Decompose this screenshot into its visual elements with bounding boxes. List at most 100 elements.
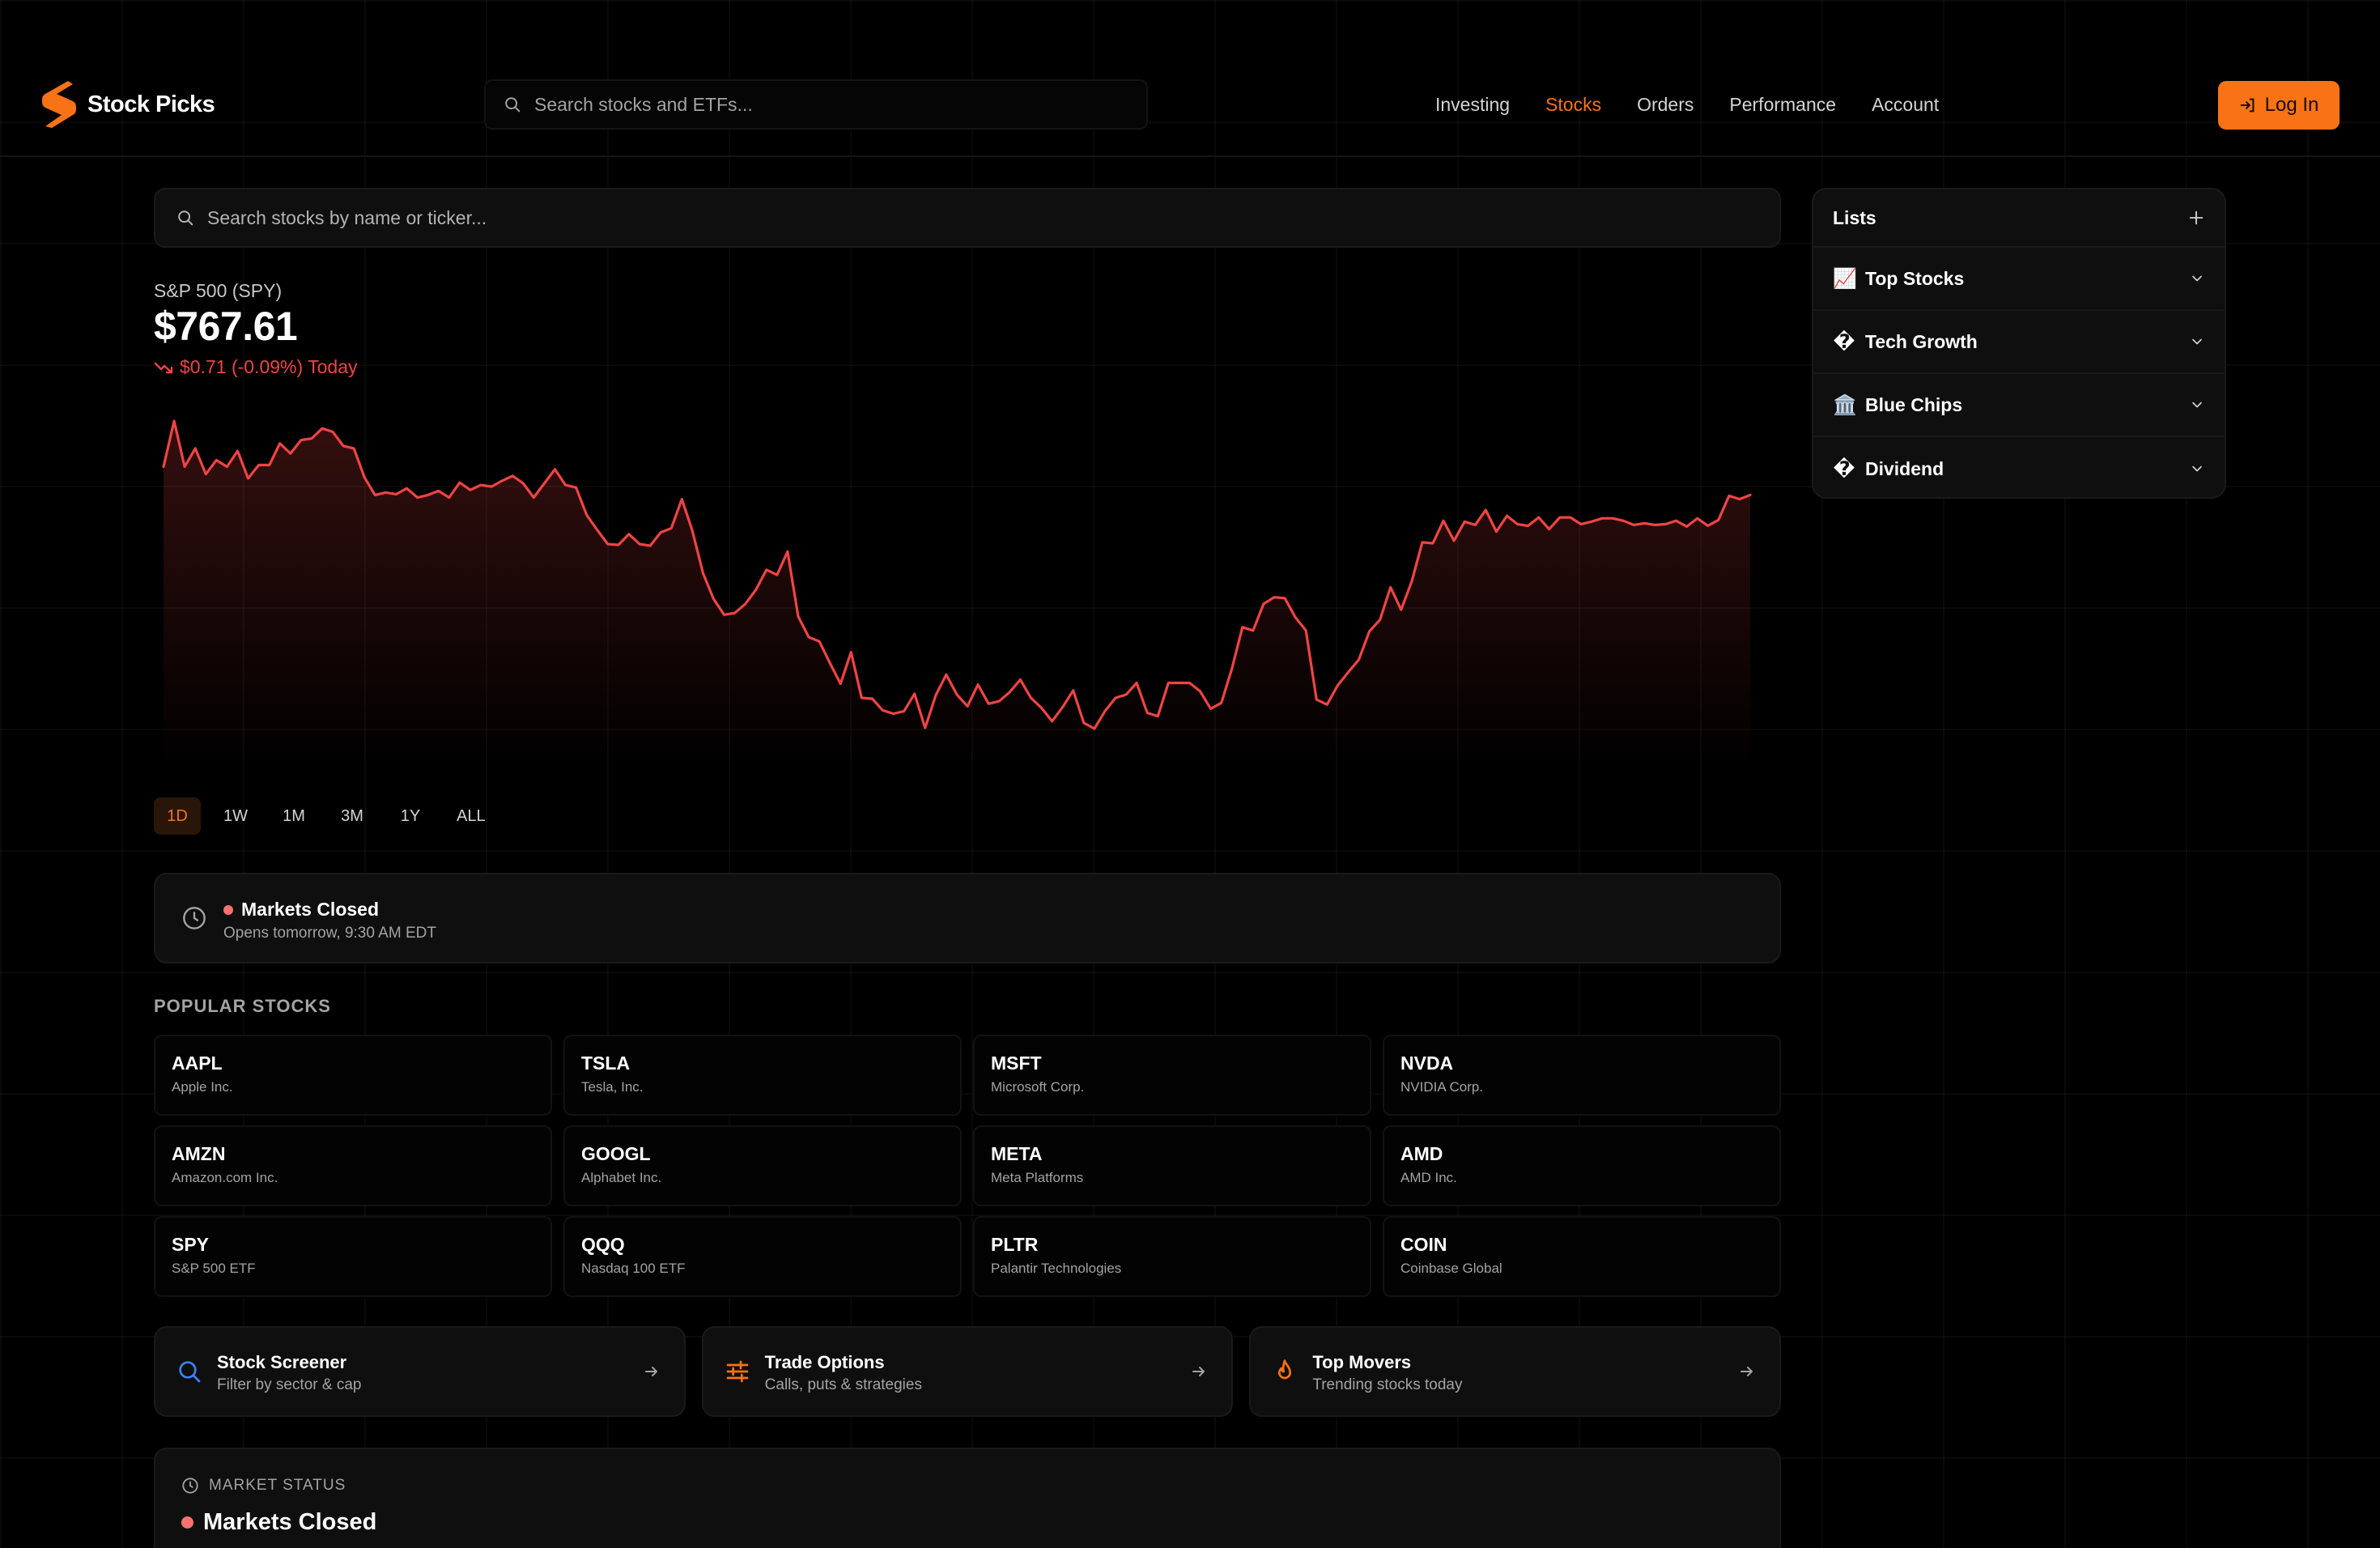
nav-account[interactable]: Account xyxy=(1872,94,1939,116)
stock-ticker: META xyxy=(991,1143,1043,1164)
market-status-value: Markets Closed xyxy=(181,1509,376,1536)
market-status-value-text: Markets Closed xyxy=(203,1509,377,1535)
lists-title: Lists xyxy=(1833,206,1876,228)
chevron-down-icon xyxy=(2192,402,2202,408)
stock-name: Amazon.com Inc. xyxy=(172,1170,278,1185)
trade-options-card[interactable]: Trade Options Calls, puts & strategies xyxy=(701,1326,1234,1417)
action-subtitle: Calls, puts & strategies xyxy=(764,1376,922,1393)
status-dot xyxy=(223,904,233,915)
stock-card-qqq[interactable]: QQQ Nasdaq 100 ETF xyxy=(563,1216,962,1297)
time-range-selector: 1D 1W 1M 3M 1Y ALL xyxy=(154,797,497,835)
login-icon xyxy=(2240,98,2255,113)
stock-card-googl[interactable]: GOOGL Alphabet Inc. xyxy=(563,1125,962,1206)
market-status-title: Markets Closed xyxy=(223,899,379,921)
action-title: Trade Options xyxy=(764,1352,885,1372)
trend-down-icon xyxy=(154,362,173,373)
app-logo[interactable]: Stock Picks xyxy=(40,79,215,130)
clock-icon xyxy=(182,1478,198,1494)
stock-ticker: AAPL xyxy=(172,1053,223,1074)
stock-card-tsla[interactable]: TSLA Tesla, Inc. xyxy=(563,1035,962,1116)
chart-area-fill xyxy=(164,421,1750,769)
list-item-tech-growth[interactable]: � Tech Growth xyxy=(1813,311,2225,374)
index-price: $767.61 xyxy=(154,304,298,349)
status-dot xyxy=(181,1516,193,1529)
nav-orders[interactable]: Orders xyxy=(1637,94,1694,116)
arrow-right-icon xyxy=(1740,1367,1753,1376)
range-1m-button[interactable]: 1M xyxy=(270,797,317,835)
search-icon xyxy=(505,97,521,113)
stock-ticker: NVDA xyxy=(1400,1053,1454,1074)
stock-ticker: MSFT xyxy=(991,1053,1042,1074)
lists-header: Lists xyxy=(1813,189,2225,248)
search-icon xyxy=(179,1361,201,1383)
arrow-right-icon xyxy=(644,1367,657,1376)
list-item-blue-chips[interactable]: 🏛️ Blue Chips xyxy=(1813,374,2225,437)
stock-name: S&P 500 ETF xyxy=(172,1261,256,1276)
quick-actions: Stock Screener Filter by sector & cap Tr… xyxy=(154,1326,1781,1417)
popular-stocks-heading: POPULAR STOCKS xyxy=(154,996,331,1016)
global-search-placeholder: Search stocks and ETFs... xyxy=(534,93,753,115)
stock-card-spy[interactable]: SPY S&P 500 ETF xyxy=(154,1216,552,1297)
stock-ticker: TSLA xyxy=(581,1053,631,1074)
stock-name: Coinbase Global xyxy=(1400,1261,1502,1276)
stock-card-aapl[interactable]: AAPL Apple Inc. xyxy=(154,1035,552,1116)
price-chart[interactable] xyxy=(154,397,1781,769)
range-1w-button[interactable]: 1W xyxy=(212,797,259,835)
top-movers-card[interactable]: Top Movers Trending stocks today xyxy=(1249,1326,1781,1417)
logo-icon xyxy=(42,81,76,128)
chevron-down-icon xyxy=(2192,275,2202,282)
index-name: S&P 500 (SPY) xyxy=(154,280,283,301)
market-status-label: MARKET STATUS xyxy=(181,1477,346,1495)
list-item-dividend[interactable]: � Dividend xyxy=(1813,437,2225,500)
stock-screener-card[interactable]: Stock Screener Filter by sector & cap xyxy=(154,1326,686,1417)
stock-name: Microsoft Corp. xyxy=(991,1079,1085,1095)
unknown-emoji-icon: � xyxy=(1833,330,1855,353)
list-item-label: Tech Growth xyxy=(1865,330,1978,352)
nav-investing[interactable]: Investing xyxy=(1435,94,1510,116)
stock-card-meta[interactable]: META Meta Platforms xyxy=(973,1125,1371,1206)
stock-card-nvda[interactable]: NVDA NVIDIA Corp. xyxy=(1383,1035,1781,1116)
stock-name: Tesla, Inc. xyxy=(581,1079,644,1095)
stock-ticker: COIN xyxy=(1400,1234,1447,1255)
stock-name: Nasdaq 100 ETF xyxy=(581,1261,686,1276)
stock-card-msft[interactable]: MSFT Microsoft Corp. xyxy=(973,1035,1371,1116)
login-button[interactable]: Log In xyxy=(2218,81,2340,130)
list-item-label: Dividend xyxy=(1865,457,1944,479)
stock-name: NVIDIA Corp. xyxy=(1400,1079,1484,1095)
market-hours-card: Markets Closed Opens tomorrow, 9:30 AM E… xyxy=(154,873,1781,963)
list-item-label: Top Stocks xyxy=(1865,267,1965,289)
market-open-time: Opens tomorrow, 9:30 AM EDT xyxy=(223,925,436,942)
stock-ticker: GOOGL xyxy=(581,1143,651,1164)
stock-card-pltr[interactable]: PLTR Palantir Technologies xyxy=(973,1216,1371,1297)
action-title: Stock Screener xyxy=(217,1352,347,1372)
range-3m-button[interactable]: 3M xyxy=(329,797,376,835)
stock-ticker: AMZN xyxy=(172,1143,226,1164)
sliders-icon xyxy=(726,1360,748,1383)
nav-performance[interactable]: Performance xyxy=(1729,94,1836,116)
stock-ticker: QQQ xyxy=(581,1234,625,1255)
search-icon xyxy=(178,211,193,226)
nav-stocks[interactable]: Stocks xyxy=(1545,94,1601,116)
add-list-icon[interactable] xyxy=(2187,209,2205,227)
stock-name: Meta Platforms xyxy=(991,1170,1084,1185)
stock-name: AMD Inc. xyxy=(1400,1170,1457,1185)
range-1y-button[interactable]: 1Y xyxy=(387,797,434,835)
list-item-label: Blue Chips xyxy=(1865,393,1963,415)
clock-icon xyxy=(183,907,206,929)
stock-card-amzn[interactable]: AMZN Amazon.com Inc. xyxy=(154,1125,552,1206)
stock-ticker: SPY xyxy=(172,1234,210,1255)
range-all-button[interactable]: ALL xyxy=(445,797,497,835)
range-1d-button[interactable]: 1D xyxy=(154,797,201,835)
action-title: Top Movers xyxy=(1312,1352,1412,1372)
stock-search-input[interactable]: Search stocks by name or ticker... xyxy=(154,188,1781,248)
chevron-down-icon xyxy=(2192,338,2202,345)
chart-emoji-icon: 📈 xyxy=(1833,267,1857,290)
list-item-top-stocks[interactable]: 📈 Top Stocks xyxy=(1813,248,2225,311)
stock-name: Alphabet Inc. xyxy=(581,1170,662,1185)
market-status-card: MARKET STATUS Markets Closed xyxy=(154,1448,1781,1548)
global-search-input[interactable]: Search stocks and ETFs... xyxy=(484,79,1148,130)
stock-card-coin[interactable]: COIN Coinbase Global xyxy=(1383,1216,1781,1297)
stock-card-amd[interactable]: AMD AMD Inc. xyxy=(1383,1125,1781,1206)
flame-icon xyxy=(1278,1359,1292,1380)
lists-panel: Lists 📈 Top Stocks � Tech Growth 🏛️ Blue Ch… xyxy=(1812,188,2226,499)
